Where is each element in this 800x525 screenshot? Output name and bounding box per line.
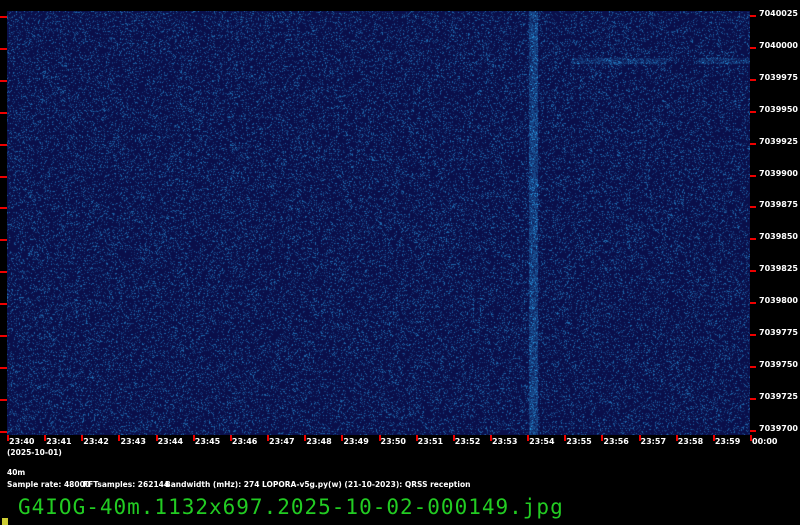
time-label: 23:48 bbox=[306, 437, 331, 446]
time-label: 23:43 bbox=[120, 437, 145, 446]
left-tick bbox=[0, 271, 7, 273]
time-label: 23:59 bbox=[715, 437, 740, 446]
frequency-tick bbox=[750, 206, 756, 208]
time-label: 23:46 bbox=[232, 437, 257, 446]
bandwidth: Bandwidth (mHz): 274 bbox=[165, 480, 259, 489]
software-info: LOPORA-v5g.py(w) (21-10-2023): QRSS rece… bbox=[262, 480, 470, 489]
frequency-tick bbox=[750, 79, 756, 81]
frequency-tick bbox=[750, 398, 756, 400]
time-label: 23:57 bbox=[641, 437, 666, 446]
left-tick bbox=[0, 239, 7, 241]
corner-marker bbox=[2, 518, 8, 525]
time-label: 23:54 bbox=[529, 437, 554, 446]
time-label: 23:56 bbox=[603, 437, 628, 446]
left-tick bbox=[0, 16, 7, 18]
frequency-tick bbox=[750, 366, 756, 368]
frequency-label: 7039825 bbox=[759, 264, 798, 273]
time-label: 23:41 bbox=[46, 437, 71, 446]
left-tick bbox=[0, 80, 7, 82]
left-tick bbox=[0, 112, 7, 114]
left-tick bbox=[0, 48, 7, 50]
frequency-tick bbox=[750, 430, 756, 432]
fft-samples: FFTsamples: 262144 bbox=[83, 480, 169, 489]
band-label: 40m bbox=[7, 468, 25, 477]
time-label: 23:45 bbox=[195, 437, 220, 446]
frequency-tick bbox=[750, 111, 756, 113]
time-label: 00:00 bbox=[752, 437, 777, 446]
time-label: 23:42 bbox=[83, 437, 108, 446]
left-tick bbox=[0, 144, 7, 146]
frequency-tick bbox=[750, 238, 756, 240]
frequency-label: 7039750 bbox=[759, 360, 798, 369]
frequency-tick bbox=[750, 175, 756, 177]
time-label: 23:40 bbox=[9, 437, 34, 446]
sample-rate: Sample rate: 48000 bbox=[7, 480, 90, 489]
time-label: 23:51 bbox=[418, 437, 443, 446]
frequency-label: 7039775 bbox=[759, 328, 798, 337]
frequency-label: 7039875 bbox=[759, 200, 798, 209]
left-tick bbox=[0, 207, 7, 209]
time-label: 23:44 bbox=[158, 437, 183, 446]
left-tick bbox=[0, 335, 7, 337]
frequency-label: 7039900 bbox=[759, 169, 798, 178]
frequency-label: 7039800 bbox=[759, 296, 798, 305]
frequency-tick bbox=[750, 143, 756, 145]
time-label: 23:52 bbox=[455, 437, 480, 446]
left-tick bbox=[0, 303, 7, 305]
frequency-tick bbox=[750, 270, 756, 272]
waterfall-spectrogram bbox=[7, 11, 750, 435]
time-label: 23:49 bbox=[343, 437, 368, 446]
frequency-tick bbox=[750, 334, 756, 336]
time-label: 23:47 bbox=[269, 437, 294, 446]
frequency-label: 7039725 bbox=[759, 392, 798, 401]
frequency-label: 7040025 bbox=[759, 9, 798, 18]
frequency-label: 7039950 bbox=[759, 105, 798, 114]
frequency-label: 7039700 bbox=[759, 424, 798, 433]
frequency-label: 7040000 bbox=[759, 41, 798, 50]
time-label: 23:53 bbox=[492, 437, 517, 446]
time-label: 23:50 bbox=[381, 437, 406, 446]
time-label: 23:55 bbox=[566, 437, 591, 446]
left-tick bbox=[0, 431, 7, 433]
frequency-tick bbox=[750, 15, 756, 17]
left-tick bbox=[0, 399, 7, 401]
filename-caption: G4IOG-40m.1132x697.2025-10-02-000149.jpg bbox=[18, 495, 564, 519]
time-label: 23:58 bbox=[678, 437, 703, 446]
frequency-label: 7039850 bbox=[759, 232, 798, 241]
frequency-label: 7039975 bbox=[759, 73, 798, 82]
frequency-tick bbox=[750, 47, 756, 49]
frequency-tick bbox=[750, 302, 756, 304]
frequency-label: 7039925 bbox=[759, 137, 798, 146]
left-tick bbox=[0, 367, 7, 369]
left-tick bbox=[0, 176, 7, 178]
date-label: (2025-10-01) bbox=[7, 448, 62, 457]
